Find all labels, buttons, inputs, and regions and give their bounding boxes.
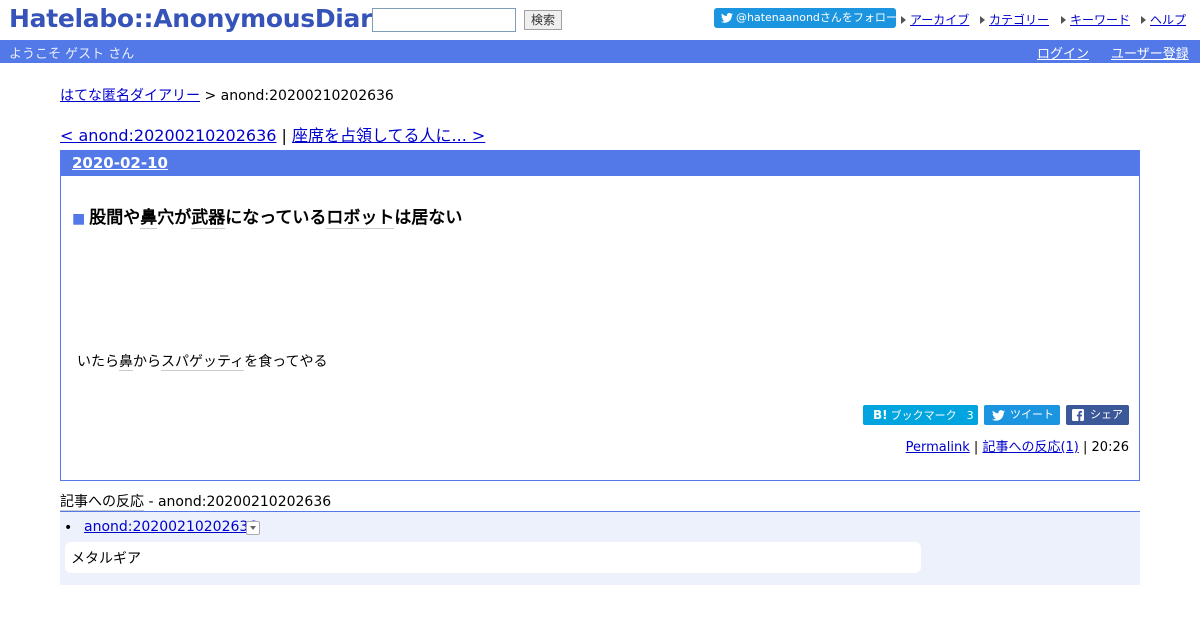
search-button[interactable]: 検索 xyxy=(524,10,562,30)
breadcrumb: はてな匿名ダイアリー > anond:20200210202636 xyxy=(60,85,394,105)
title-keyword[interactable]: 武器 xyxy=(191,208,226,229)
title-part: になっている xyxy=(225,208,327,228)
title-part: や xyxy=(123,208,141,228)
hatena-bookmark-button[interactable]: B! ブックマーク 3 xyxy=(863,405,978,425)
nav-archive[interactable]: アーカイブ xyxy=(901,11,969,28)
nav-help[interactable]: ヘルプ xyxy=(1141,11,1186,28)
nav-category[interactable]: カテゴリー xyxy=(980,11,1049,28)
title-part: 穴 xyxy=(157,208,175,228)
twitter-bird-icon xyxy=(721,13,733,23)
nav-category-link[interactable]: カテゴリー xyxy=(989,13,1049,27)
hatena-bookmark-icon: B! xyxy=(873,408,888,422)
dropdown-toggle-icon[interactable] xyxy=(246,521,260,535)
entry-pager: < anond:20200210202636 | 座席を占領してる人に... > xyxy=(60,122,485,146)
reactions-heading-rest: - anond:20200210202636 xyxy=(144,494,332,510)
nav-arrow-icon xyxy=(1141,16,1146,24)
login-link[interactable]: ログイン xyxy=(1037,43,1089,62)
day-date-link[interactable]: 2020-02-10 xyxy=(72,154,168,172)
entry-footer: Permalink | 記事への反応(1) | 20:26 xyxy=(906,436,1129,455)
reactions-list: • anond:20200210202636 メタルギア xyxy=(60,511,1140,585)
title-keyword[interactable]: 鼻 xyxy=(140,208,158,229)
twitter-bird-icon xyxy=(992,410,1005,421)
entry-permalink-square[interactable]: ■ xyxy=(72,211,85,227)
search-input[interactable] xyxy=(372,8,516,32)
twitter-follow-button[interactable]: @hatenaanondさんをフォロー xyxy=(714,8,897,28)
follow-label: @hatenaanondさんをフォロー xyxy=(736,11,897,24)
reactions-count-link[interactable]: 記事への反応(1) xyxy=(982,440,1078,455)
nav-arrow-icon xyxy=(1061,16,1066,24)
site-logo[interactable]: Hatelabo::AnonymousDiary xyxy=(9,4,388,33)
tweet-label: ツイート xyxy=(1010,408,1054,421)
day-section: 2020-02-10 ■ 股間や鼻穴が武器になっているロボットは居ない いたら鼻か… xyxy=(60,150,1140,481)
reaction-excerpt: メタルギア xyxy=(71,551,141,567)
body-keyword[interactable]: スパゲッティ xyxy=(161,354,245,371)
next-entry-link[interactable]: 座席を占領してる人に... > xyxy=(292,126,485,145)
title-part: は居ない xyxy=(394,208,463,228)
reactions-heading-keyword[interactable]: 記事への反応 xyxy=(60,494,144,511)
footer-separator: | xyxy=(973,440,979,455)
day-header: 2020-02-10 xyxy=(61,151,1139,176)
entry-title: ■ 股間や鼻穴が武器になっているロボットは居ない xyxy=(72,203,463,229)
reaction-entry-link[interactable]: anond:20200210202636 xyxy=(84,519,257,535)
share-label: シェア xyxy=(1090,408,1123,421)
breadcrumb-home-link[interactable]: はてな匿名ダイアリー xyxy=(60,88,200,104)
nav-arrow-icon xyxy=(901,16,906,24)
reactions-heading: 記事への反応 - anond:20200210202636 xyxy=(60,491,331,511)
user-bar: ようこそ ゲスト さん ログイン ユーザー登録 xyxy=(0,40,1200,63)
body-keyword[interactable]: 鼻 xyxy=(119,354,133,371)
nav-keyword[interactable]: キーワード xyxy=(1061,11,1130,28)
list-bullet: • xyxy=(64,520,73,536)
permalink-link[interactable]: Permalink xyxy=(906,440,970,455)
body-part: いたら xyxy=(77,354,119,370)
footer-separator: | xyxy=(1083,440,1088,455)
title-part: 股間 xyxy=(89,208,124,228)
nav-archive-link[interactable]: アーカイブ xyxy=(910,13,969,27)
bookmark-label: ブックマーク xyxy=(890,409,957,422)
entry-time: 20:26 xyxy=(1091,440,1129,455)
site-header: Hatelabo::AnonymousDiary 検索 @hatenaanond… xyxy=(0,0,1200,40)
facebook-f-icon xyxy=(1072,409,1084,421)
title-part: が xyxy=(174,208,192,228)
nav-help-link[interactable]: ヘルプ xyxy=(1150,13,1186,27)
body-part: から xyxy=(133,354,161,370)
breadcrumb-current: anond:20200210202636 xyxy=(220,88,394,104)
title-keyword[interactable]: ロボット xyxy=(326,208,395,229)
welcome-text: ようこそ ゲスト さん xyxy=(9,47,135,62)
register-link[interactable]: ユーザー登録 xyxy=(1111,43,1189,62)
reaction-card: メタルギア xyxy=(65,542,921,573)
breadcrumb-separator: > xyxy=(204,88,217,104)
body-part: を食ってやる xyxy=(244,354,328,370)
bookmark-count: 3 xyxy=(966,409,974,422)
entry-body: いたら鼻からスパゲッティを食ってやる xyxy=(77,351,327,371)
nav-arrow-icon xyxy=(980,16,985,24)
pager-divider: | xyxy=(281,126,287,145)
tweet-button[interactable]: ツイート xyxy=(984,405,1060,425)
prev-entry-link[interactable]: < anond:20200210202636 xyxy=(60,126,276,145)
facebook-share-button[interactable]: シェア xyxy=(1066,405,1129,425)
nav-keyword-link[interactable]: キーワード xyxy=(1070,13,1130,27)
